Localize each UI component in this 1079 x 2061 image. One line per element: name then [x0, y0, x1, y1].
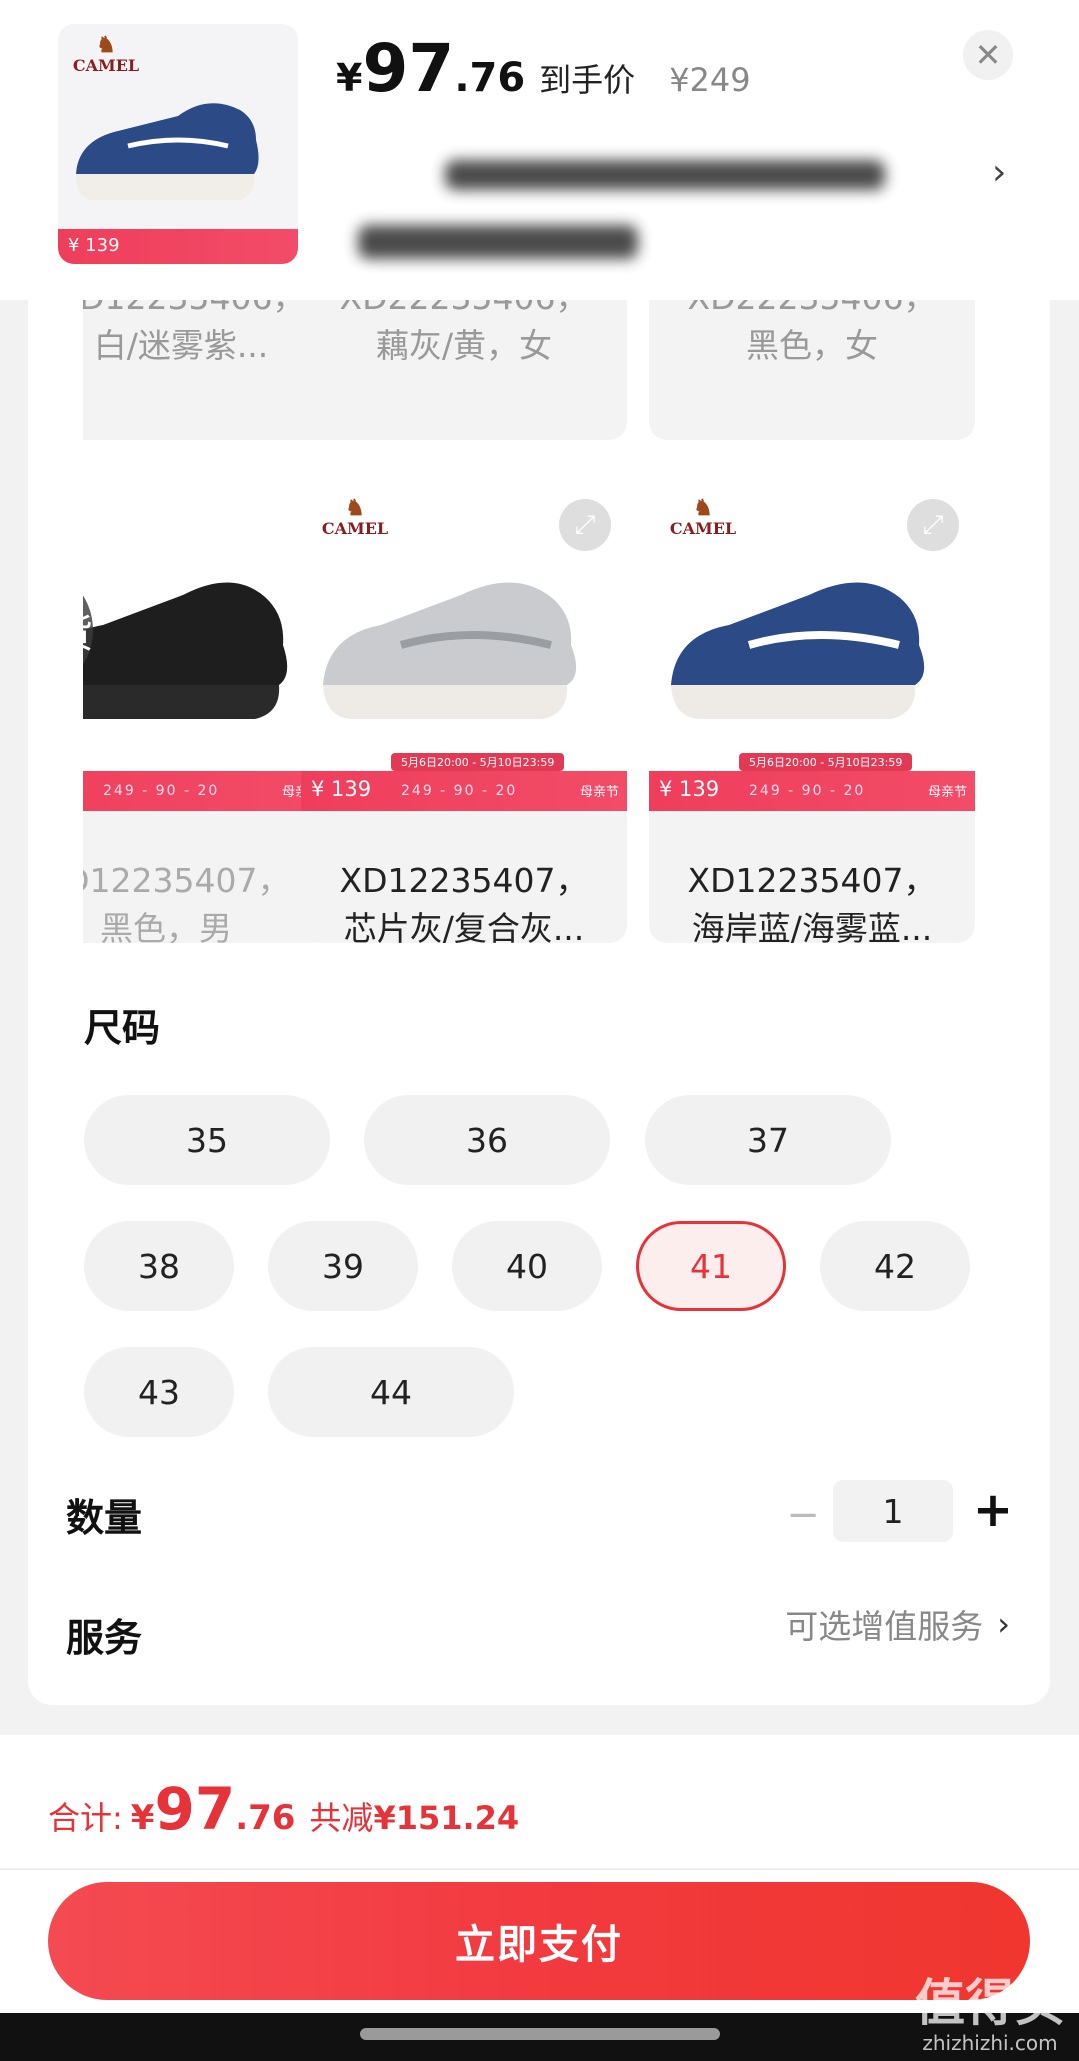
price-label: 到手价: [539, 61, 636, 99]
quantity-input[interactable]: 1: [833, 1480, 953, 1542]
size-section-title: 尺码: [84, 1006, 161, 1050]
price-integer: 97: [362, 30, 455, 107]
blurred-spec-text: [445, 160, 885, 190]
size-option-37[interactable]: 37: [645, 1095, 891, 1185]
total-integer: 97: [154, 1775, 236, 1843]
shoe-image: [76, 103, 259, 200]
variant-name: XD12235407， 海岸蓝/海雾蓝...: [687, 861, 937, 943]
size-option-44[interactable]: 44: [268, 1347, 514, 1437]
quantity-decrease-button[interactable]: −: [778, 1485, 828, 1545]
total-row: 合计: ¥ 97 .76 共减 ¥151.24: [48, 1775, 519, 1843]
brand-logo: ♞ CAMEL: [663, 497, 743, 538]
promo-strip: 5月6日20:00 - 5月10日23:59 ¥ 139 249 - 90 - …: [649, 753, 975, 811]
variant-card[interactable]: ♞ CAMEL ⤢ 5月6日20:00 - 5月10日23:59 ¥ 139 2…: [301, 485, 627, 943]
promo-strip: 5月6日20:00 - 5月10日23:59 ¥ 139 249 - 90 - …: [301, 753, 627, 811]
brand-logo: ♞ CAMEL: [315, 497, 395, 538]
size-option-38[interactable]: 38: [84, 1221, 234, 1311]
thumb-promo-strip: ¥ 139: [58, 229, 298, 264]
scroll-clip: [28, 250, 83, 1250]
divider: [0, 1868, 1079, 1870]
original-price: ¥249: [669, 61, 751, 99]
blurred-spec-text-2: [358, 225, 638, 259]
size-option-36[interactable]: 36: [364, 1095, 610, 1185]
service-selector[interactable]: 可选增值服务 ›: [785, 1600, 1010, 1648]
camel-logo-icon: ♞: [345, 495, 365, 521]
quantity-increase-button[interactable]: +: [968, 1478, 1018, 1542]
savings-label: 共减: [309, 1799, 374, 1837]
size-option-40[interactable]: 40: [452, 1221, 602, 1311]
close-icon: ✕: [974, 36, 1002, 74]
variant-card[interactable]: ♞ CAMEL ⤢ 5月6日20:00 - 5月10日23:59 ¥ 139 2…: [649, 485, 975, 943]
variant-name: XD12235407， 芯片灰/复合灰...: [339, 861, 589, 943]
total-currency: ¥: [130, 1798, 155, 1838]
total-decimal: .76: [235, 1798, 296, 1838]
total-label: 合计:: [48, 1799, 123, 1837]
chevron-right-icon: ›: [997, 1605, 1010, 1643]
sku-panel: XD12235406， 白/迷雾紫... XD22235406， 藕灰/黄，女 …: [28, 250, 1050, 1705]
pay-now-button[interactable]: 立即支付: [48, 1882, 1030, 2000]
savings-value: ¥151.24: [373, 1799, 520, 1837]
quantity-label: 数量: [66, 1496, 143, 1540]
service-label: 服务: [66, 1616, 143, 1660]
chevron-right-icon[interactable]: ›: [992, 152, 1006, 193]
size-option-43[interactable]: 43: [84, 1347, 234, 1437]
home-indicator[interactable]: [360, 2028, 720, 2040]
close-button[interactable]: ✕: [963, 30, 1013, 80]
service-value: 可选增值服务: [785, 1607, 984, 1646]
price-currency: ¥: [336, 56, 363, 100]
price-row: ¥ 97 .76 到手价 ¥249: [336, 30, 751, 110]
size-option-35[interactable]: 35: [84, 1095, 330, 1185]
size-option-39[interactable]: 39: [268, 1221, 418, 1311]
size-option-42[interactable]: 42: [820, 1221, 970, 1311]
product-thumbnail[interactable]: ♞ CAMEL ¥ 139: [58, 24, 298, 264]
product-header: ♞ CAMEL ¥ 139 ¥ 97 .76 到手价 ¥249 ✕ ›: [0, 0, 1079, 300]
size-option-41-selected[interactable]: 41: [636, 1221, 786, 1311]
camel-logo-icon: ♞: [693, 495, 713, 521]
watermark: 值得买 zhizhizhi.com: [915, 1974, 1065, 2055]
expand-icon[interactable]: ⤢: [559, 499, 611, 551]
price-decimal: .76: [454, 55, 526, 101]
expand-icon[interactable]: ⤢: [907, 499, 959, 551]
